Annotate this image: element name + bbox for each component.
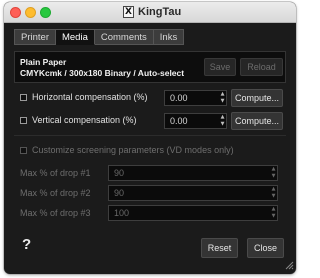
tab-bar: Printer Media Comments Inks bbox=[14, 29, 185, 45]
close-window-icon[interactable] bbox=[10, 7, 21, 18]
tab-comments[interactable]: Comments bbox=[94, 29, 154, 45]
drop-3-value: 100 bbox=[114, 208, 130, 218]
stepper-down-icon[interactable]: ▼ bbox=[270, 173, 277, 180]
drop-2-value: 90 bbox=[114, 188, 125, 198]
stepper-down-icon[interactable]: ▼ bbox=[270, 213, 277, 220]
horizontal-compensation-checkbox[interactable] bbox=[20, 94, 27, 101]
horizontal-compensation-stepper[interactable]: 0.00 ▲ ▼ bbox=[164, 90, 227, 106]
stepper-down-icon[interactable]: ▼ bbox=[270, 193, 277, 200]
vertical-compensation-value: 0.00 bbox=[170, 116, 188, 126]
x-logo-icon: X bbox=[123, 6, 134, 18]
customize-screening-label: Customize screening parameters (VD modes… bbox=[32, 145, 234, 155]
drop-3-stepper[interactable]: 100 ▲ ▼ bbox=[108, 205, 278, 221]
tab-printer[interactable]: Printer bbox=[14, 29, 56, 45]
vertical-compensation-checkbox[interactable] bbox=[20, 117, 27, 124]
reset-button[interactable]: Reset bbox=[201, 238, 238, 258]
stepper-up-icon[interactable]: ▲ bbox=[219, 114, 226, 121]
tab-inks[interactable]: Inks bbox=[153, 29, 185, 45]
vertical-compensation-stepper[interactable]: 0.00 ▲ ▼ bbox=[164, 113, 227, 129]
drop-3-label: Max % of drop #3 bbox=[20, 208, 91, 218]
horizontal-compute-button[interactable]: Compute... bbox=[231, 89, 283, 107]
stepper-up-icon[interactable]: ▲ bbox=[270, 186, 277, 193]
window-title: KingTau bbox=[138, 6, 182, 18]
stepper-up-icon[interactable]: ▲ bbox=[270, 206, 277, 213]
resize-grip-icon[interactable] bbox=[284, 260, 294, 270]
paper-name: Plain Paper bbox=[20, 57, 67, 67]
minimize-window-icon[interactable] bbox=[25, 7, 36, 18]
horizontal-compensation-value: 0.00 bbox=[170, 93, 188, 103]
stepper-down-icon[interactable]: ▼ bbox=[219, 98, 226, 105]
reload-button[interactable]: Reload bbox=[240, 58, 283, 76]
drop-1-label: Max % of drop #1 bbox=[20, 168, 91, 178]
tab-media[interactable]: Media bbox=[55, 29, 95, 45]
maximize-window-icon[interactable] bbox=[40, 7, 51, 18]
drop-1-stepper[interactable]: 90 ▲ ▼ bbox=[108, 165, 278, 181]
stepper-up-icon[interactable]: ▲ bbox=[270, 166, 277, 173]
help-icon[interactable]: ? bbox=[22, 236, 31, 253]
customize-screening-checkbox[interactable] bbox=[20, 147, 27, 154]
title-bar: X KingTau bbox=[4, 2, 296, 23]
horizontal-compensation-label: Horizontal compensation (%) bbox=[32, 92, 148, 102]
drop-1-value: 90 bbox=[114, 168, 125, 178]
stepper-down-icon[interactable]: ▼ bbox=[219, 121, 226, 128]
drop-2-label: Max % of drop #2 bbox=[20, 188, 91, 198]
save-button[interactable]: Save bbox=[204, 58, 236, 76]
close-button[interactable]: Close bbox=[247, 238, 284, 258]
divider bbox=[14, 135, 286, 136]
kingtau-window: X KingTau Printer Media Comments Inks Pl… bbox=[4, 2, 296, 274]
vertical-compute-button[interactable]: Compute... bbox=[231, 112, 283, 130]
stepper-up-icon[interactable]: ▲ bbox=[219, 91, 226, 98]
paper-description: CMYKcmk / 300x180 Binary / Auto-select bbox=[20, 68, 185, 78]
drop-2-stepper[interactable]: 90 ▲ ▼ bbox=[108, 185, 278, 201]
vertical-compensation-label: Vertical compensation (%) bbox=[32, 115, 137, 125]
media-selection[interactable]: Plain Paper CMYKcmk / 300x180 Binary / A… bbox=[14, 51, 286, 83]
